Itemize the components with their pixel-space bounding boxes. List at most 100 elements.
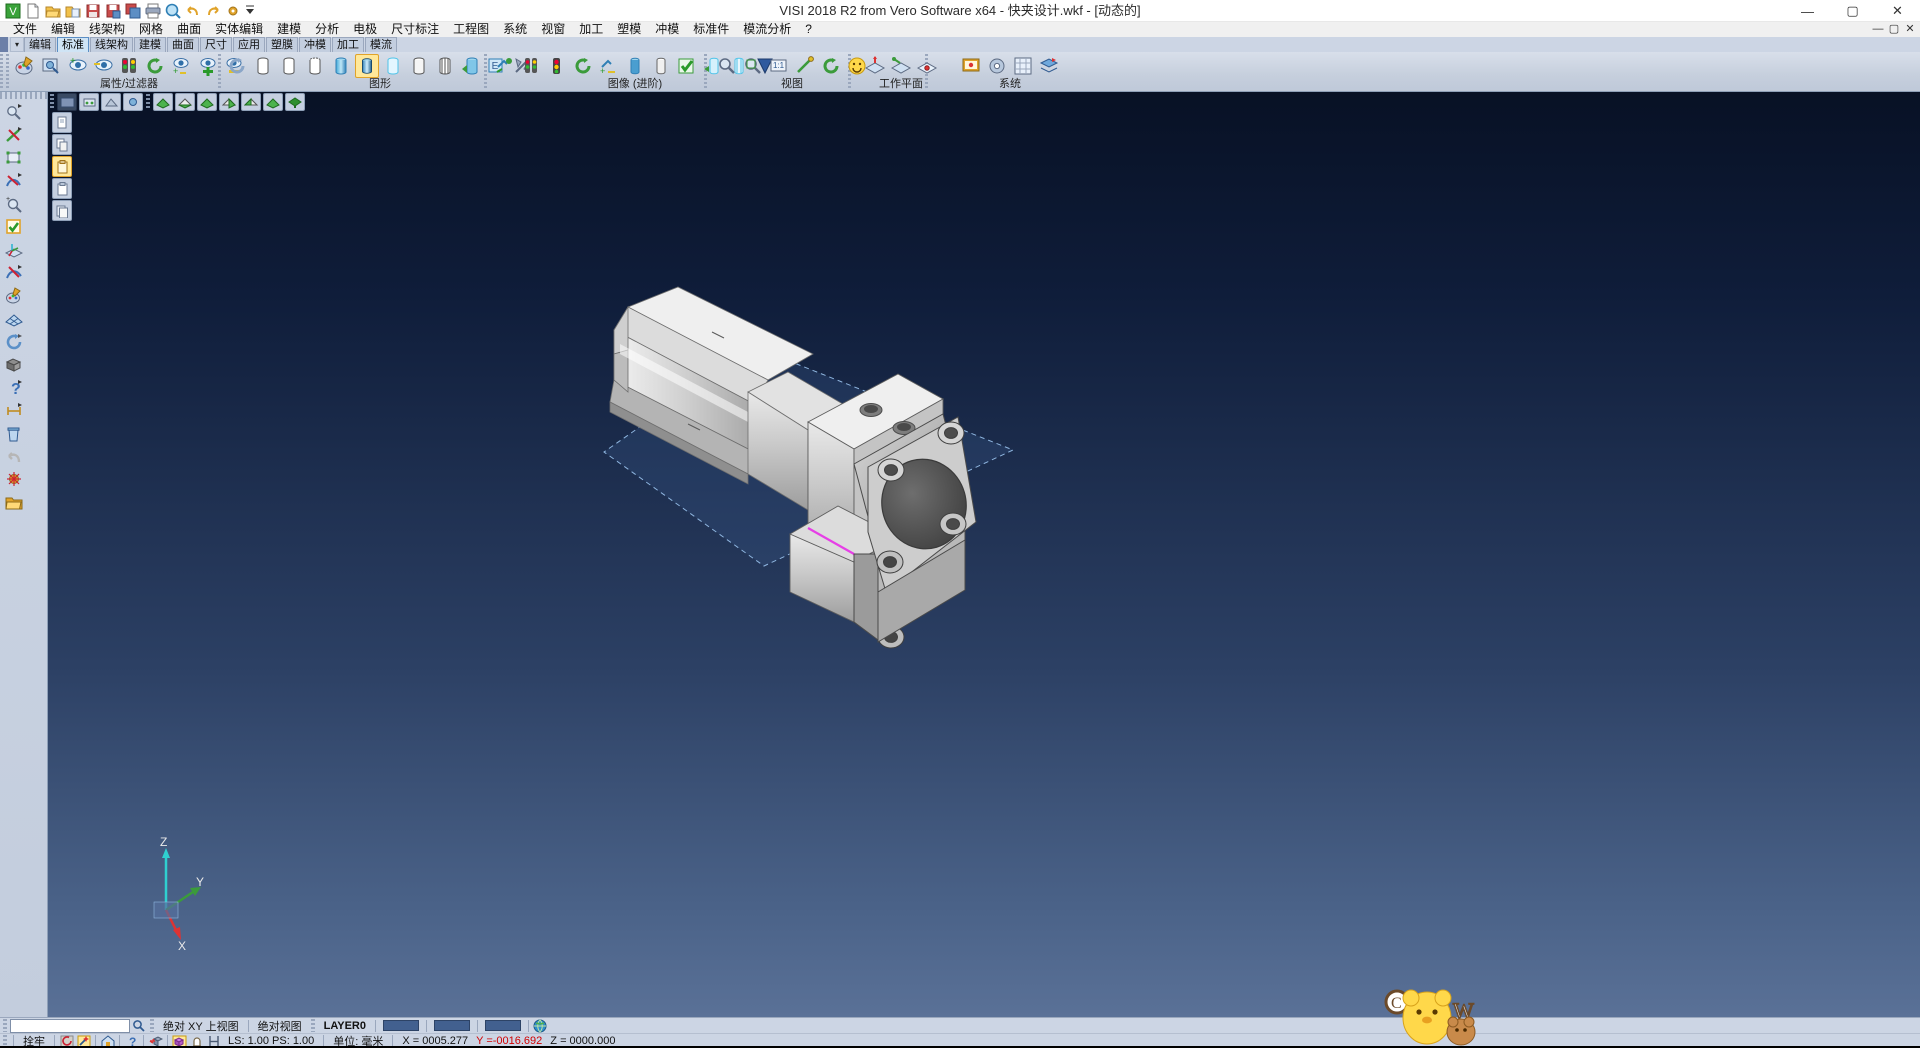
dimension-icon[interactable] bbox=[3, 400, 24, 421]
adv-cyl1-icon[interactable] bbox=[623, 54, 647, 78]
layer-color-swatch-3[interactable] bbox=[485, 1020, 521, 1031]
rotate-dynamic-icon[interactable] bbox=[819, 54, 843, 78]
solid-icon[interactable] bbox=[3, 354, 24, 375]
menu-item-system[interactable]: 系统 bbox=[496, 22, 534, 37]
new-file-icon[interactable] bbox=[24, 2, 42, 20]
view-left-icon[interactable] bbox=[263, 93, 283, 111]
menu-item-file[interactable]: 文件 bbox=[6, 22, 44, 37]
sys-grid-icon[interactable] bbox=[1011, 54, 1035, 78]
layer-label[interactable]: LAYER0 bbox=[318, 1020, 372, 1032]
show-entity-icon[interactable]: + bbox=[65, 54, 89, 78]
view-mode-label[interactable]: 绝对 XY 上视图 bbox=[157, 1018, 245, 1034]
analysis-icon[interactable] bbox=[3, 101, 24, 122]
3d-viewport[interactable]: Z Y X bbox=[48, 92, 1920, 1017]
menu-item-edit[interactable]: 编辑 bbox=[44, 22, 82, 37]
refresh-view-icon[interactable] bbox=[143, 54, 167, 78]
regenerate-icon[interactable] bbox=[225, 54, 249, 78]
tab-application[interactable]: 应用 bbox=[233, 37, 265, 52]
menu-item-mold[interactable]: 塑模 bbox=[610, 22, 648, 37]
curve-edit-icon[interactable] bbox=[3, 170, 24, 191]
menu-item-progressive-die[interactable]: 冲模 bbox=[648, 22, 686, 37]
view-right-icon[interactable] bbox=[219, 93, 239, 111]
view-shade-icon[interactable] bbox=[79, 93, 99, 111]
delete-icon[interactable] bbox=[3, 423, 24, 444]
add-visible-icon[interactable] bbox=[195, 54, 219, 78]
sys-config-icon[interactable] bbox=[959, 54, 983, 78]
tab-mold[interactable]: 塑膜 bbox=[266, 37, 298, 52]
vs-page-icon[interactable] bbox=[52, 112, 72, 133]
zoom-scale-icon[interactable]: 1:1 bbox=[767, 54, 791, 78]
sys-options-icon[interactable] bbox=[985, 54, 1009, 78]
preview-icon[interactable] bbox=[164, 2, 182, 20]
save-as-icon[interactable] bbox=[104, 2, 122, 20]
menu-item-wireframe[interactable]: 线架构 bbox=[82, 22, 132, 37]
status-bar-grip[interactable] bbox=[3, 1019, 7, 1032]
open-folder-icon[interactable] bbox=[3, 492, 24, 513]
adv-show-icon[interactable] bbox=[493, 54, 517, 78]
layer-color-swatch-1[interactable] bbox=[383, 1020, 419, 1031]
check-selection-icon[interactable] bbox=[3, 216, 24, 237]
layer-color-swatch-2[interactable] bbox=[434, 1020, 470, 1031]
menu-item-standard-parts[interactable]: 标准件 bbox=[686, 22, 736, 37]
open-file-icon[interactable] bbox=[44, 2, 62, 20]
transform-icon[interactable] bbox=[3, 147, 24, 168]
tab-dimension[interactable]: 尺寸 bbox=[200, 37, 232, 52]
menu-item-solid-edit[interactable]: 实体编辑 bbox=[208, 22, 270, 37]
wp-define-icon[interactable] bbox=[863, 54, 887, 78]
view-toolbar-grip[interactable] bbox=[50, 94, 54, 110]
zoom-all-icon[interactable] bbox=[741, 54, 765, 78]
vs-clipboard-icon[interactable] bbox=[52, 178, 72, 199]
mdi-minimize-button[interactable]: — bbox=[1870, 22, 1886, 37]
sys-layer-icon[interactable] bbox=[1037, 54, 1061, 78]
tab-standard[interactable]: 标准 bbox=[57, 37, 89, 52]
menu-item-flow-analysis[interactable]: 模流分析 bbox=[736, 22, 798, 37]
vs-copy-icon[interactable] bbox=[52, 134, 72, 155]
hide-entity-icon[interactable] bbox=[91, 54, 115, 78]
adv-traffic2-icon[interactable] bbox=[545, 54, 569, 78]
wp-origin-icon[interactable] bbox=[915, 54, 939, 78]
search-input[interactable] bbox=[10, 1019, 130, 1033]
zoom-window-icon[interactable] bbox=[715, 54, 739, 78]
tab-surface[interactable]: 曲面 bbox=[167, 37, 199, 52]
view-top-icon[interactable] bbox=[197, 93, 217, 111]
view-render-icon[interactable] bbox=[123, 93, 143, 111]
open-recent-icon[interactable] bbox=[64, 2, 82, 20]
help-icon[interactable]: ? bbox=[3, 377, 24, 398]
view-toolbar-icon[interactable] bbox=[57, 93, 77, 111]
shaded-icon[interactable] bbox=[329, 54, 353, 78]
view-iso-icon[interactable] bbox=[153, 93, 173, 111]
vs-layers-icon[interactable] bbox=[52, 200, 72, 221]
wp-align-icon[interactable] bbox=[889, 54, 913, 78]
sidebar-grip[interactable] bbox=[0, 92, 47, 99]
refresh-icon[interactable] bbox=[3, 331, 24, 352]
shaded-edges-icon[interactable] bbox=[355, 54, 379, 78]
zoom-plus-icon[interactable]: + bbox=[3, 193, 24, 214]
maximize-button[interactable]: ▢ bbox=[1830, 0, 1875, 22]
status-bar-grip-2[interactable] bbox=[150, 1019, 154, 1032]
minimize-button[interactable]: — bbox=[1785, 0, 1830, 22]
wireframe-icon[interactable] bbox=[251, 54, 275, 78]
edit-pencil-icon[interactable] bbox=[3, 124, 24, 145]
save-all-icon[interactable] bbox=[124, 2, 142, 20]
hidden-line-icon[interactable] bbox=[277, 54, 301, 78]
status-bar-grip-3[interactable] bbox=[311, 1019, 315, 1032]
grid-plane-icon[interactable] bbox=[3, 308, 24, 329]
tab-modeling[interactable]: 建模 bbox=[134, 37, 166, 52]
hidden-dashed-icon[interactable] bbox=[303, 54, 327, 78]
undo-icon[interactable] bbox=[3, 446, 24, 467]
print-icon[interactable] bbox=[144, 2, 162, 20]
menu-item-analysis[interactable]: 分析 bbox=[308, 22, 346, 37]
menu-item-window[interactable]: 视窗 bbox=[534, 22, 572, 37]
tab-wireframe[interactable]: 线架构 bbox=[90, 37, 133, 52]
assembly-icon[interactable] bbox=[3, 469, 24, 490]
view-toolbar-grip-2[interactable] bbox=[146, 94, 150, 110]
palette-icon[interactable] bbox=[3, 285, 24, 306]
adv-cyl2-icon[interactable] bbox=[649, 54, 673, 78]
menu-item-dimension[interactable]: 尺寸标注 bbox=[384, 22, 446, 37]
draw-tools-icon[interactable] bbox=[3, 262, 24, 283]
adv-toggle-icon[interactable]: + bbox=[597, 54, 621, 78]
transparent-icon[interactable] bbox=[381, 54, 405, 78]
adv-check-icon[interactable] bbox=[675, 54, 699, 78]
tab-flow[interactable]: 模流 bbox=[365, 37, 397, 52]
adv-traffic1-icon[interactable] bbox=[519, 54, 543, 78]
